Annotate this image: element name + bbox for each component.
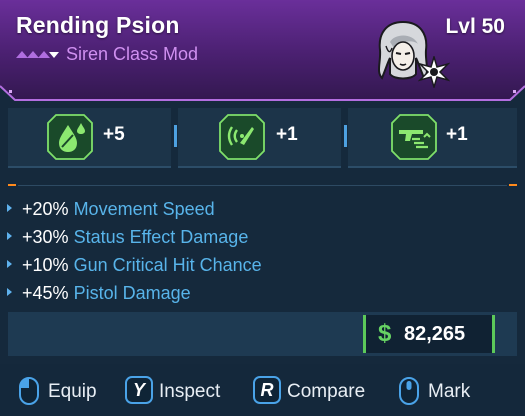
item-price: 82,265	[404, 323, 466, 345]
y-key-icon: Y	[125, 376, 153, 404]
perk-slot[interactable]: +5	[8, 108, 171, 168]
currency-icon: $	[378, 320, 392, 347]
price-bar: $ 82,265	[8, 312, 517, 356]
stat-name: Status Effect Damage	[73, 227, 249, 247]
perk-value: +1	[276, 124, 298, 145]
perk-divider	[174, 125, 177, 147]
epic-rarity-chevrons-icon	[16, 51, 59, 58]
mark-action[interactable]: Mark	[398, 376, 488, 406]
bullet-arrow-icon	[7, 288, 12, 296]
stat-value: +10%	[22, 255, 69, 275]
mark-label: Mark	[428, 381, 471, 402]
perk-divider	[344, 125, 347, 147]
soundwave-skill-icon	[219, 114, 265, 160]
inspect-label: Inspect	[159, 381, 221, 402]
item-class-subtitle: Siren Class Mod	[66, 44, 199, 64]
bullet-arrow-icon	[7, 260, 12, 268]
stat-value: +20%	[22, 199, 69, 219]
left-mouse-button-icon	[19, 377, 39, 405]
price-box: $ 82,265	[363, 315, 495, 353]
compare-label: Compare	[287, 381, 366, 402]
perk-value: +1	[446, 124, 468, 145]
equip-action[interactable]: Equip	[18, 376, 108, 406]
compare-action[interactable]: R Compare	[253, 376, 378, 406]
r-key-icon: R	[253, 376, 281, 404]
perk-value: +5	[103, 124, 125, 145]
item-title: Rending Psion	[16, 12, 180, 38]
equip-label: Equip	[48, 381, 97, 402]
inspect-action[interactable]: Y Inspect	[125, 376, 235, 406]
drops-skill-icon	[47, 114, 93, 160]
stat-name: Movement Speed	[73, 199, 215, 219]
stat-name: Pistol Damage	[73, 283, 191, 303]
perk-slot[interactable]: +1	[348, 108, 517, 168]
section-divider	[8, 184, 517, 186]
bullet-arrow-icon	[7, 204, 12, 212]
stat-name: Gun Critical Hit Chance	[73, 255, 262, 275]
skill-perk-row: +5 +1 +1	[8, 108, 517, 168]
stat-value: +30%	[22, 227, 69, 247]
action-bar: Equip Y Inspect R Compare Mark	[0, 364, 525, 416]
bullet-arrow-icon	[7, 232, 12, 240]
stat-value: +45%	[22, 283, 69, 303]
gun-skill-icon	[391, 114, 437, 160]
item-level: Lvl 50	[445, 15, 505, 38]
item-card: Rending Psion Lvl 50 Siren Class Mod +5	[0, 0, 525, 416]
middle-mouse-button-icon	[399, 377, 419, 405]
perk-slot[interactable]: +1	[178, 108, 341, 168]
class-badge-icon	[418, 56, 450, 88]
